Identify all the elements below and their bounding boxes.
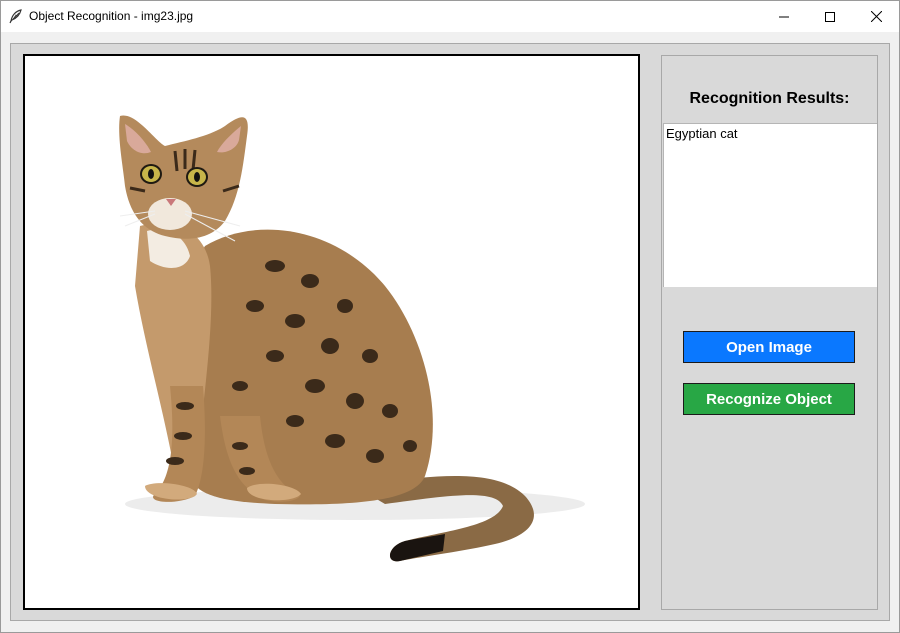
minimize-button[interactable] [761, 1, 807, 32]
minimize-icon [779, 16, 789, 17]
open-image-button[interactable]: Open Image [683, 331, 855, 363]
title-bar[interactable]: Object Recognition - img23.jpg [1, 1, 899, 32]
results-textbox[interactable]: Egyptian cat [663, 123, 877, 287]
recognize-object-button[interactable]: Recognize Object [683, 383, 855, 415]
results-text: Egyptian cat [666, 126, 738, 141]
cat-photo [25, 56, 638, 608]
close-button[interactable] [853, 1, 899, 32]
app-window: Object Recognition - img23.jpg Recogniti… [0, 0, 900, 633]
window-title: Object Recognition - img23.jpg [29, 9, 194, 23]
close-icon [870, 11, 882, 22]
maximize-button[interactable] [807, 1, 853, 32]
main-area: Recognition Results: Egyptian cat Open I… [10, 43, 890, 621]
feather-tk-icon [9, 9, 22, 24]
results-panel: Recognition Results: Egyptian cat Open I… [661, 55, 878, 610]
results-heading: Recognition Results: [689, 90, 850, 107]
maximize-icon [825, 11, 835, 22]
image-display [23, 54, 640, 610]
